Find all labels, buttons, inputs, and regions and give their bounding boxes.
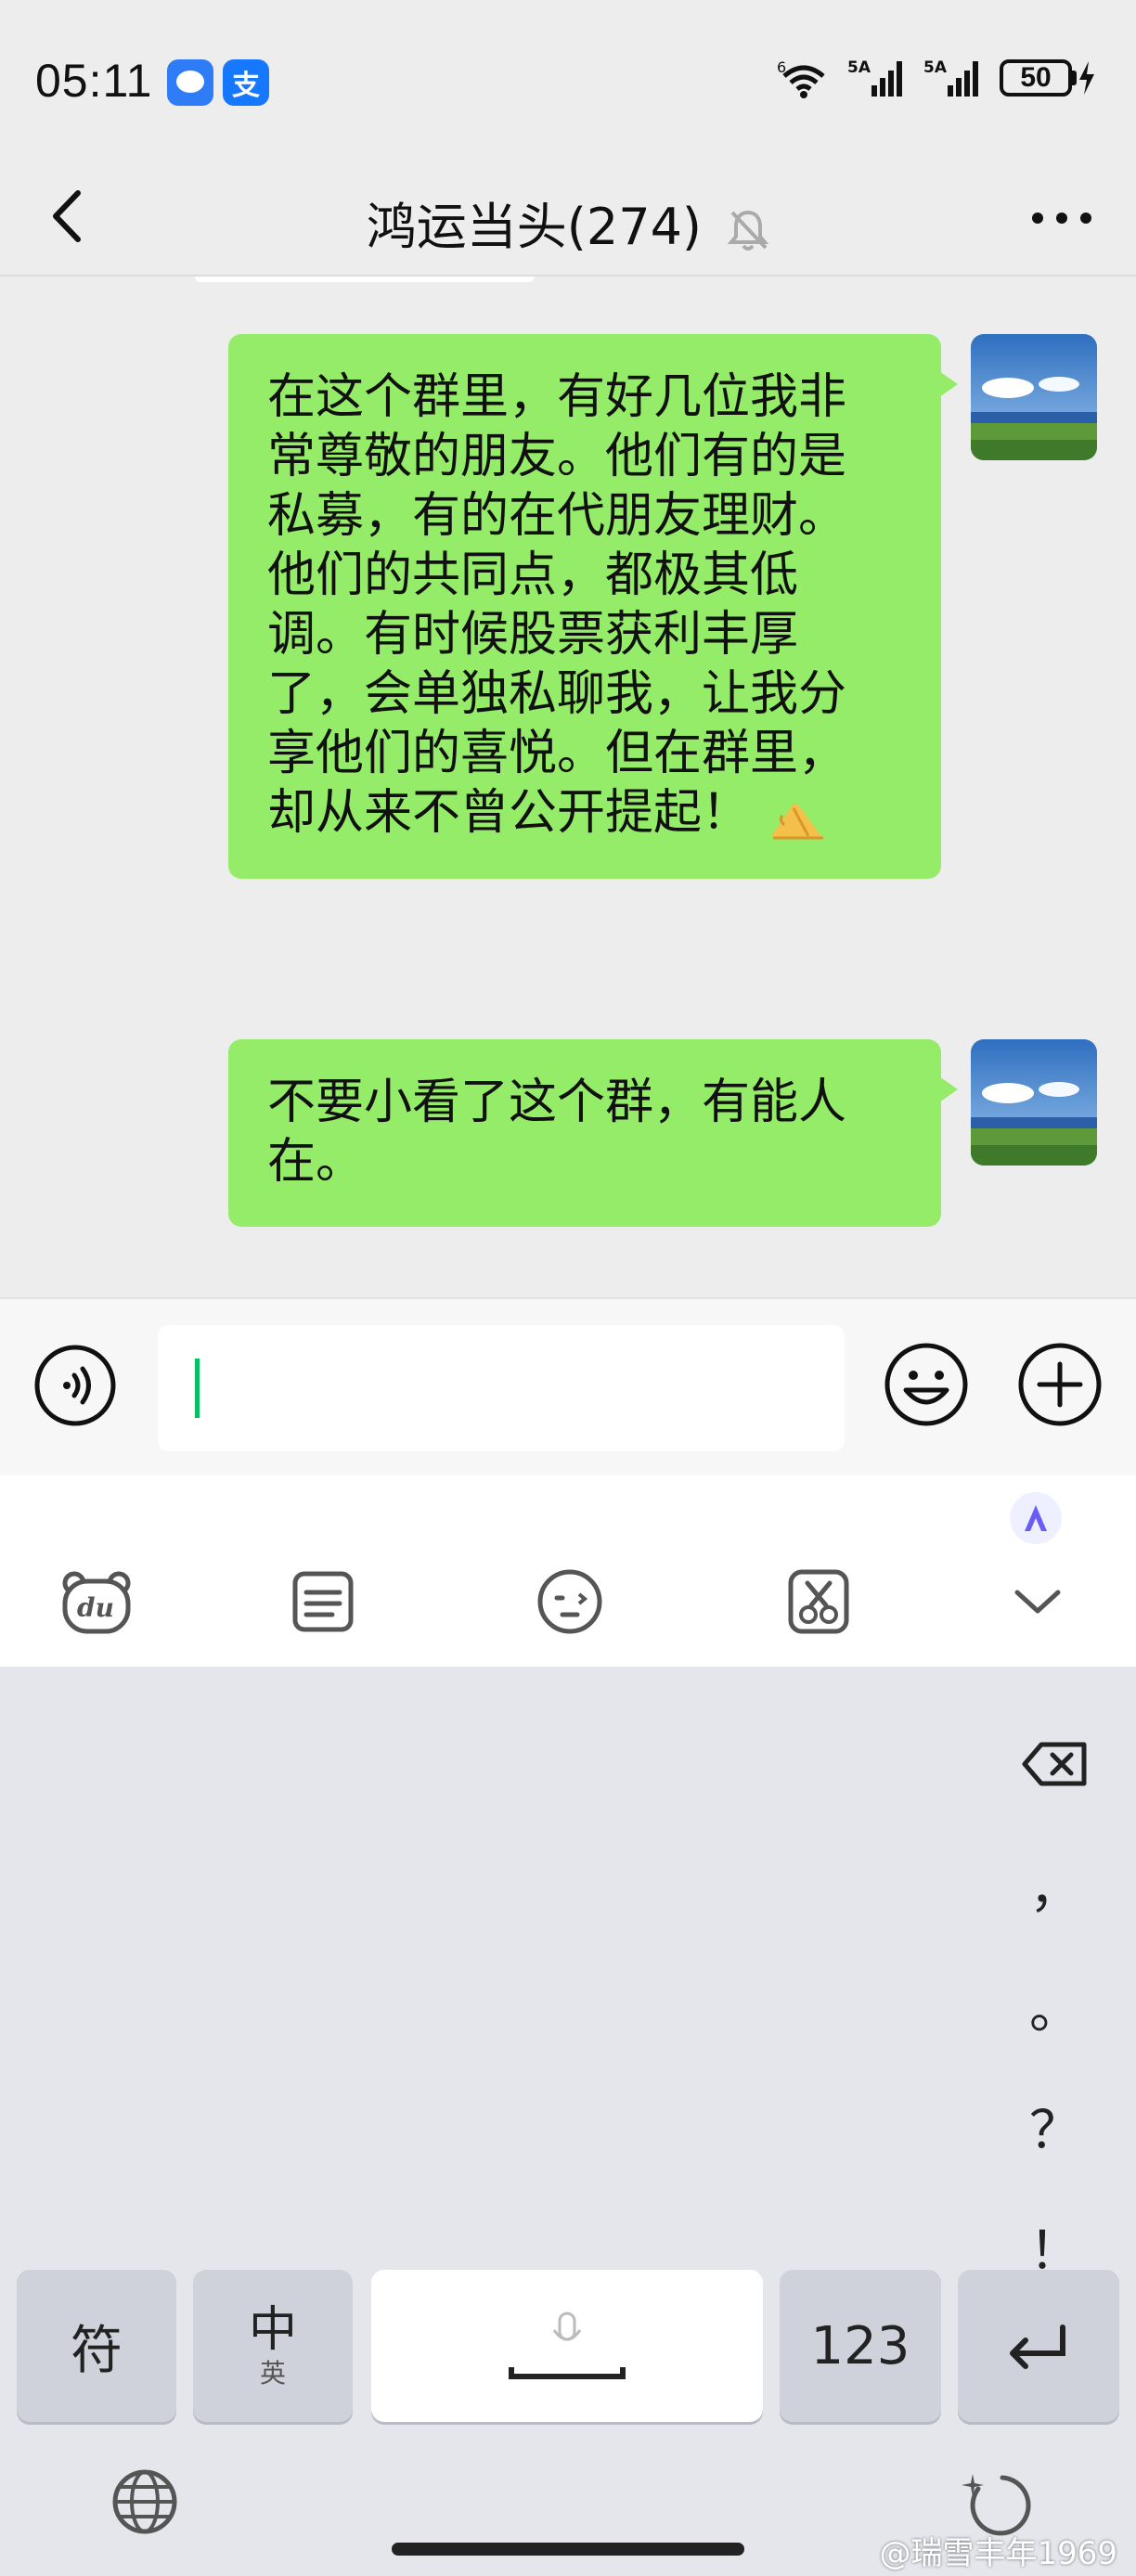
chat-title: 鸿运当头(274) (366, 198, 703, 256)
landscape-avatar-image (971, 334, 1097, 460)
emoji-panel-button[interactable] (533, 1565, 607, 1639)
previous-message-edge (195, 277, 535, 282)
message-1-line: 私募，有的在代朋友理财。 (267, 488, 847, 544)
message-app-icon (167, 59, 213, 106)
globe-icon (112, 2469, 177, 2534)
status-indicators: 6 5A 5A 50 (777, 58, 1097, 98)
message-input-field[interactable] (158, 1325, 845, 1451)
chat-header: 鸿运当头(274) (0, 158, 1136, 277)
battery-indicator: 50 (1000, 59, 1097, 97)
message-2-line: 在。 (267, 1134, 365, 1190)
signal-icon-1: 5A (847, 58, 902, 97)
numbers-key[interactable]: 123 (780, 2270, 941, 2422)
collapse-keyboard-button[interactable] (1000, 1565, 1075, 1639)
watermark: @瑞雪丰年1969 (879, 2535, 1117, 2572)
network-label-1: 5A (847, 58, 871, 77)
scissors-icon (788, 1569, 849, 1634)
alipay-icon: 支 (223, 59, 269, 106)
clipboard-icon (292, 1571, 354, 1632)
ai-assistant-button[interactable] (1010, 1492, 1062, 1544)
message-1-line: 享他们的喜悦。但在群里， (267, 726, 847, 781)
smiley-icon (884, 1343, 968, 1426)
more-dots-icon (1032, 213, 1091, 224)
charging-icon (1079, 61, 1094, 95)
mute-bell-icon (727, 211, 769, 251)
praying-hands-emoji-icon (770, 804, 823, 840)
more-functions-button[interactable] (1017, 1342, 1103, 1427)
message-bubble-2[interactable]: 不要小看了这个群，有能人 在。 (228, 1039, 958, 1227)
message-input-bar (0, 1297, 1136, 1477)
message-1-line: 却从来不曾公开提起！ (267, 785, 751, 841)
battery-level: 50 (1000, 59, 1072, 97)
enter-key[interactable] (958, 2270, 1119, 2422)
message-2-line: 不要小看了这个群，有能人 (267, 1075, 847, 1130)
landscape-avatar-image (971, 1039, 1097, 1166)
signal-icon-2: 5A (923, 58, 978, 97)
self-avatar[interactable] (971, 334, 1097, 460)
network-label-2: 5A (923, 58, 948, 77)
comma-key[interactable]: ， (1004, 1834, 1106, 1936)
emoji-face-icon (537, 1569, 602, 1634)
message-1-line: 了，会单独私聊我，让我分 (267, 666, 847, 722)
keyboard-bottom-row: 符 中 英 123 (0, 2270, 1136, 2428)
message-text-1: 在这个群里，有好几位我非 常尊敬的朋友。他们有的是 私募，有的在代朋友理财。 他… (267, 367, 902, 844)
language-main-label: 中 (248, 2302, 297, 2358)
voice-input-button[interactable] (33, 1344, 117, 1427)
enter-return-icon (1010, 2325, 1065, 2369)
status-bar: 05:11 支 6 5A 5A 50 (0, 0, 1136, 158)
keyboard-toolbar: du (0, 1475, 1136, 1667)
chat-title-wrap: 鸿运当头(274) (0, 186, 1136, 259)
language-sub-label: 英 (259, 2358, 286, 2389)
ai-assistant-icon (1025, 1505, 1047, 1531)
du-bear-icon: du (62, 1571, 131, 1634)
message-1-line: 在这个群里，有好几位我非 (267, 369, 847, 425)
more-options-button[interactable] (1025, 195, 1099, 241)
voice-icon (34, 1345, 116, 1426)
question-key[interactable]: ？ (1004, 2075, 1106, 2177)
text-caret (195, 1359, 200, 1418)
keyboard: ， 。 ？ ！ 符 中 英 123 @瑞雪丰年1969 (0, 1667, 1136, 2576)
message-text-2: 不要小看了这个群，有能人 在。 (267, 1073, 902, 1191)
space-key[interactable] (371, 2270, 763, 2422)
globe-button[interactable] (108, 2465, 182, 2539)
chat-messages[interactable]: 在这个群里，有好几位我非 常尊敬的朋友。他们有的是 私募，有的在代朋友理财。 他… (0, 277, 1136, 1295)
emoji-button[interactable] (884, 1342, 969, 1427)
message-bubble-1[interactable]: 在这个群里，有好几位我非 常尊敬的朋友。他们有的是 私募，有的在代朋友理财。 他… (228, 334, 958, 879)
backspace-icon (1022, 1742, 1087, 1786)
plus-circle-icon (1018, 1343, 1102, 1426)
svg-text:du: du (77, 1592, 114, 1623)
space-mic-icon (509, 2312, 626, 2379)
language-switch-key[interactable]: 中 英 (193, 2270, 353, 2422)
baidu-bear-button[interactable]: du (59, 1565, 134, 1639)
chevron-down-icon (1014, 1590, 1061, 1614)
message-1-line: 他们的共同点，都极其低 (267, 547, 799, 603)
self-avatar[interactable] (971, 1039, 1097, 1166)
clipboard-button[interactable] (286, 1565, 360, 1639)
period-key[interactable]: 。 (1004, 1954, 1106, 2056)
home-indicator[interactable] (392, 2543, 744, 2556)
wifi-icon: 6 (777, 58, 825, 98)
message-1-line: 常尊敬的朋友。他们有的是 (267, 429, 847, 484)
symbols-key[interactable]: 符 (17, 2270, 176, 2422)
message-1-line: 调。有时候股票获利丰厚 (267, 607, 799, 663)
clip-edit-button[interactable] (781, 1565, 856, 1639)
backspace-key[interactable] (1004, 1713, 1106, 1815)
status-time: 05:11 (35, 55, 153, 107)
